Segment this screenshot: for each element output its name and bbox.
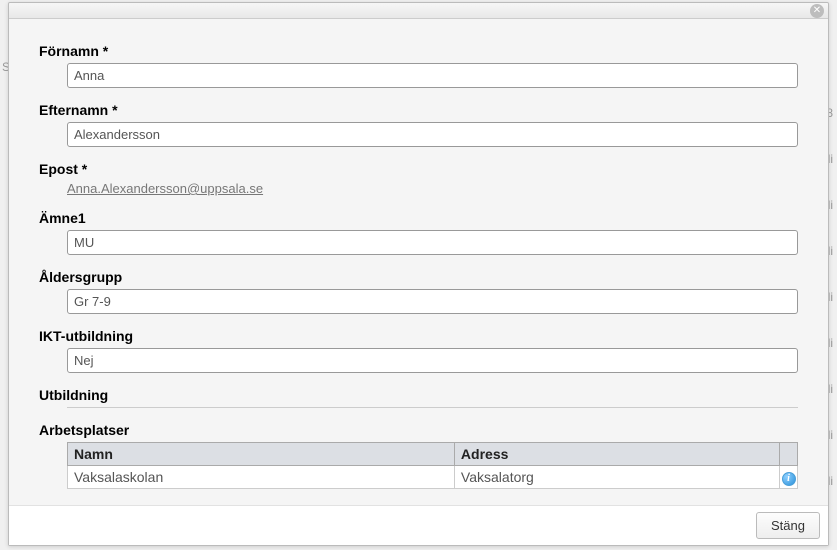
label-ikt: IKT-utbildning (39, 328, 798, 344)
label-arbetsplatser: Arbetsplatser (39, 422, 798, 438)
label-aldersgrupp: Åldersgrupp (39, 269, 798, 285)
label-utbildning: Utbildning (39, 387, 798, 403)
th-namn: Namn (68, 443, 455, 466)
close-icon[interactable]: ✕ (810, 4, 824, 18)
modal-dialog: ✕ Förnamn * Efternamn * Epost * Anna.Ale… (8, 2, 829, 546)
dialog-body: Förnamn * Efternamn * Epost * Anna.Alexa… (9, 19, 828, 506)
th-adress: Adress (454, 443, 779, 466)
input-fornamn[interactable] (67, 63, 798, 88)
field-fornamn: Förnamn * (39, 43, 798, 88)
table-row: Vaksalaskolan Vaksalatorg i (68, 466, 798, 489)
dialog-header: ✕ (9, 3, 828, 19)
field-aldersgrupp: Åldersgrupp (39, 269, 798, 314)
dialog-footer: Stäng (9, 506, 828, 545)
input-efternamn[interactable] (67, 122, 798, 147)
cell-adress: Vaksalatorg (454, 466, 779, 489)
input-amne1[interactable] (67, 230, 798, 255)
label-amne1: Ämne1 (39, 210, 798, 226)
input-ikt[interactable] (67, 348, 798, 373)
field-ikt: IKT-utbildning (39, 328, 798, 373)
label-fornamn: Förnamn * (39, 43, 798, 59)
close-button[interactable]: Stäng (756, 512, 820, 539)
utbildning-divider (67, 407, 798, 408)
link-epost[interactable]: Anna.Alexandersson@uppsala.se (67, 181, 263, 196)
info-icon[interactable]: i (782, 472, 796, 486)
field-efternamn: Efternamn * (39, 102, 798, 147)
field-utbildning: Utbildning (39, 387, 798, 408)
field-epost: Epost * Anna.Alexandersson@uppsala.se (39, 161, 798, 196)
field-arbetsplatser: Arbetsplatser Namn Adress Vaksalaskolan … (39, 422, 798, 489)
input-aldersgrupp[interactable] (67, 289, 798, 314)
cell-namn: Vaksalaskolan (68, 466, 455, 489)
label-epost: Epost * (39, 161, 798, 177)
label-efternamn: Efternamn * (39, 102, 798, 118)
field-amne1: Ämne1 (39, 210, 798, 255)
arbetsplatser-table: Namn Adress Vaksalaskolan Vaksalatorg i (67, 442, 798, 489)
th-action (780, 443, 798, 466)
